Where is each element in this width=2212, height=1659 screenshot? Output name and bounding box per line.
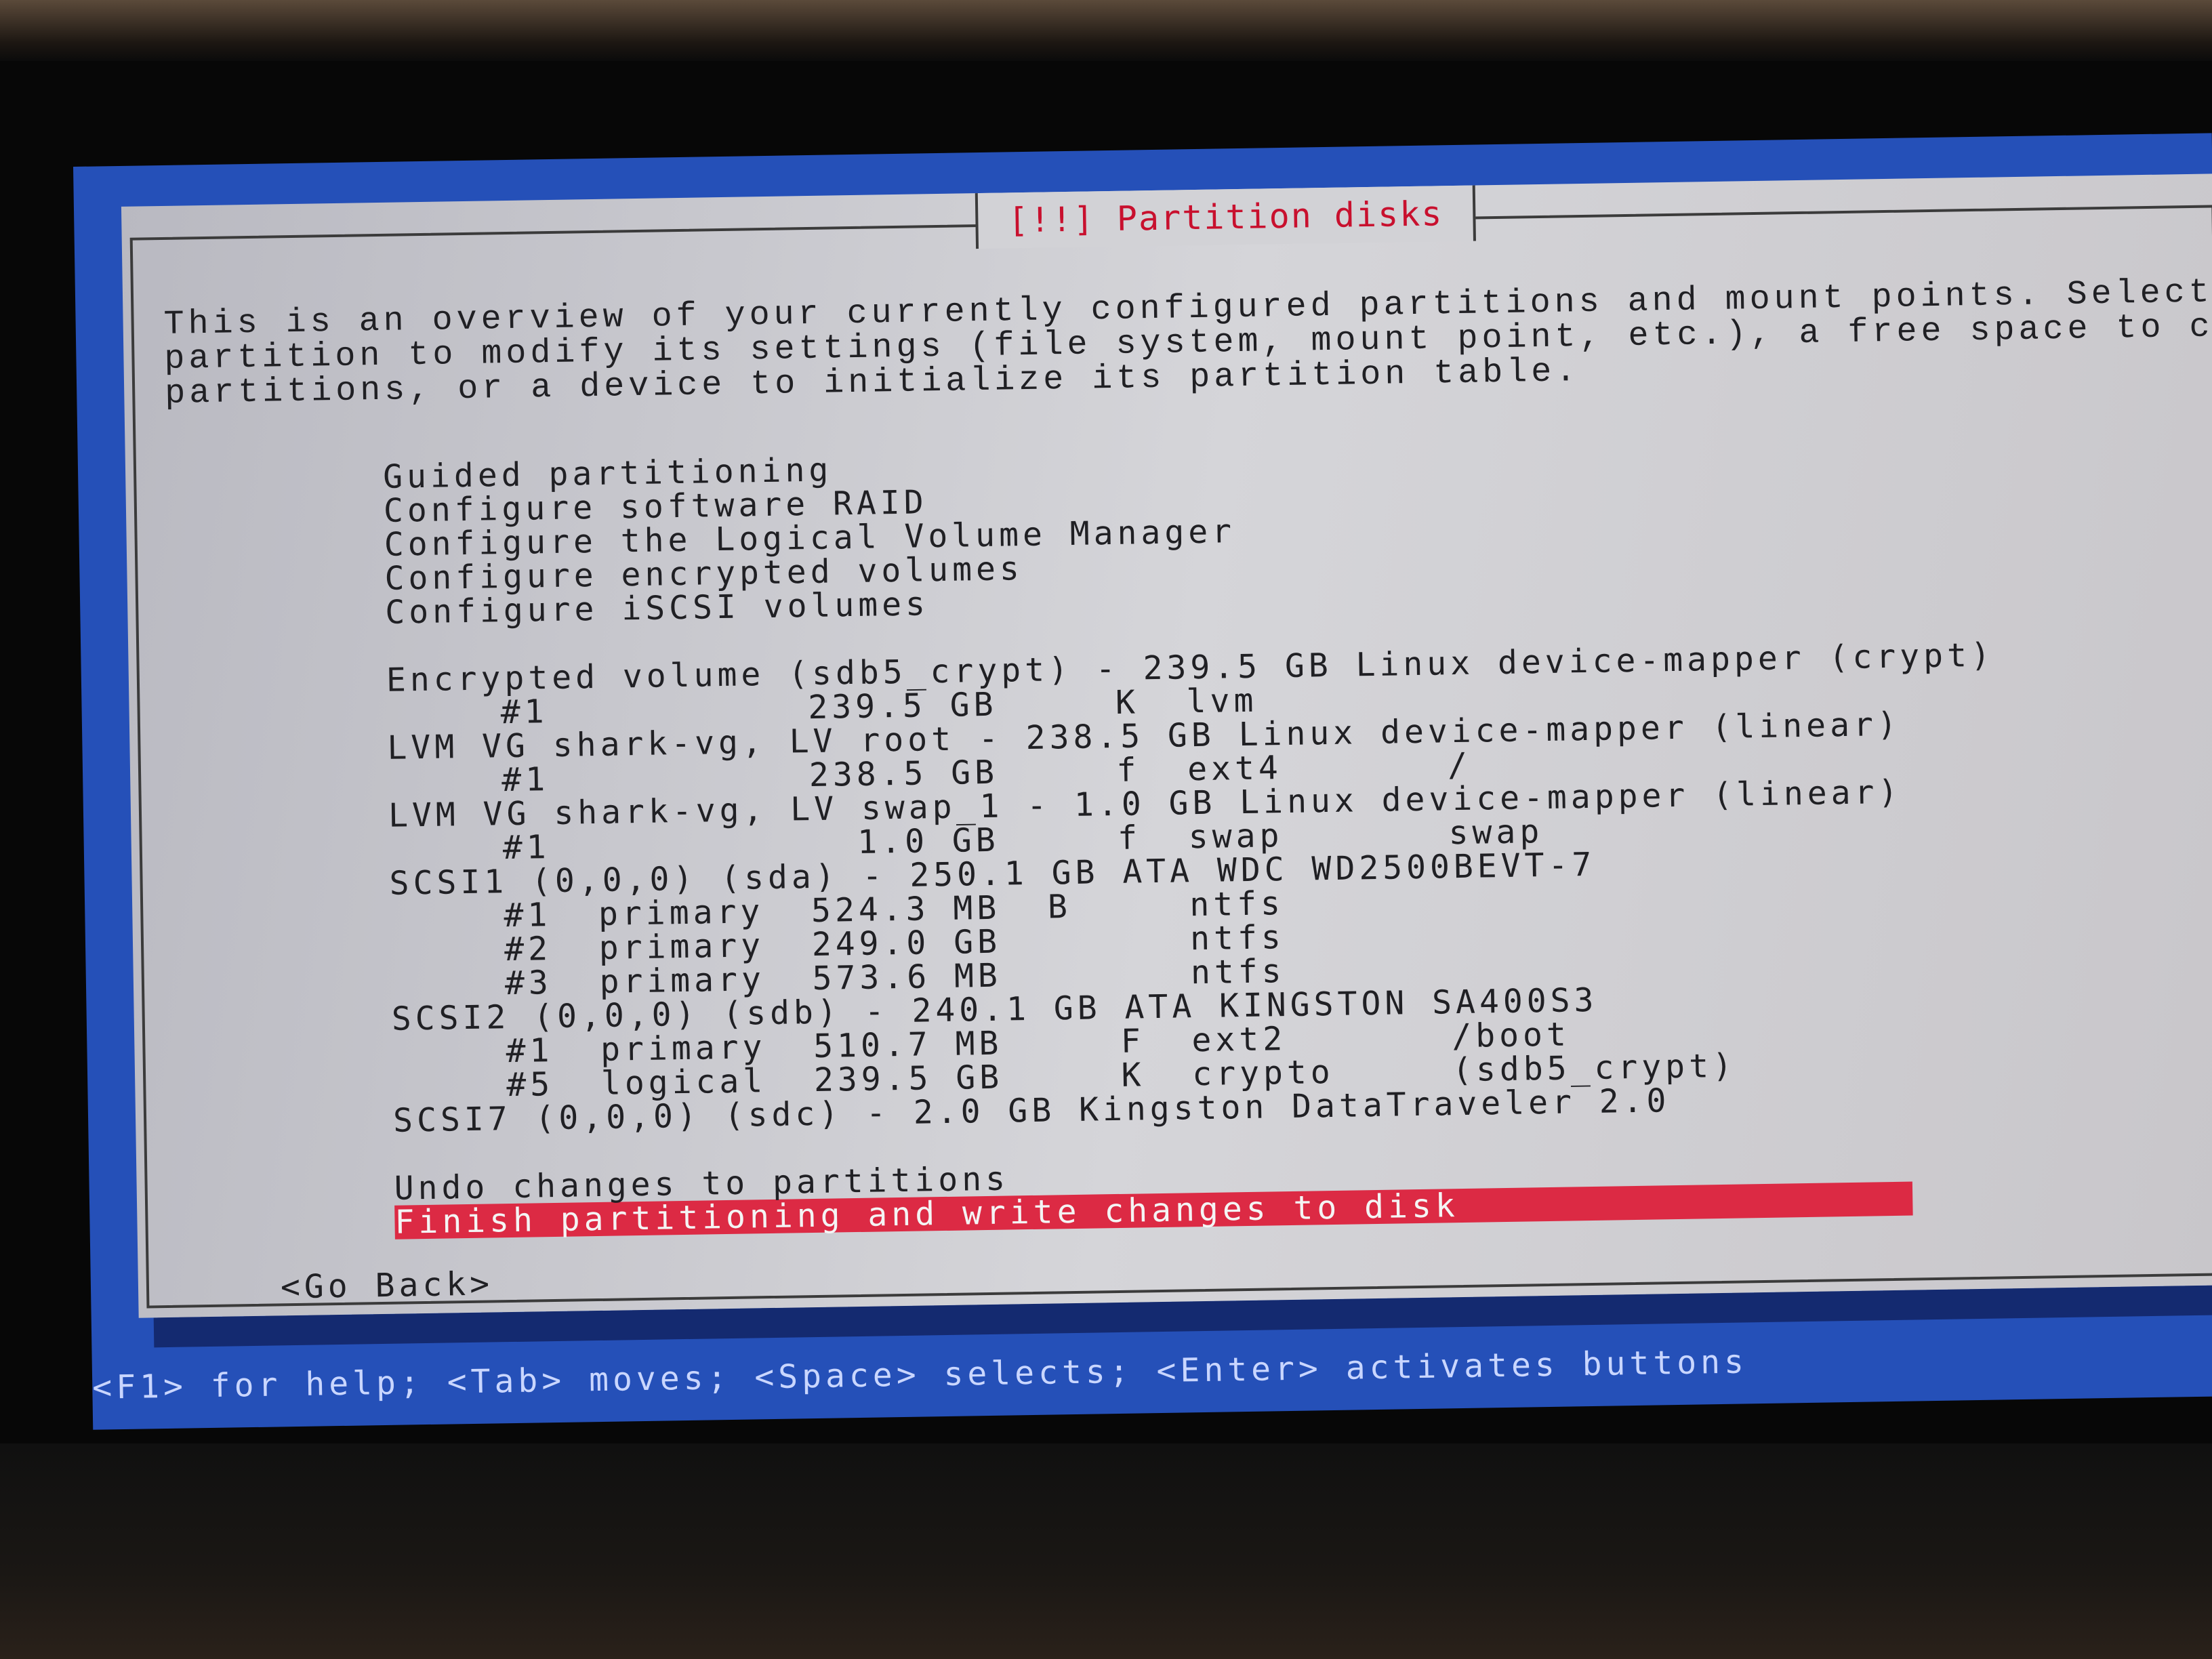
dialog-title: [!!] Partition disks: [975, 185, 1477, 249]
installer-screen: [!!] Partition disks This is an overview…: [73, 133, 2212, 1430]
go-back-button[interactable]: <Go Back>: [281, 1265, 494, 1306]
monitor-top-bezel: [0, 0, 2212, 61]
help-bar: <F1> for help; <Tab> moves; <Space> sele…: [91, 1343, 1748, 1407]
partition-menu: Guided partitioning Configure software R…: [383, 435, 2003, 1241]
monitor-bottom-bezel: [0, 1443, 2212, 1659]
partition-dialog: [!!] Partition disks This is an overview…: [121, 173, 2212, 1318]
